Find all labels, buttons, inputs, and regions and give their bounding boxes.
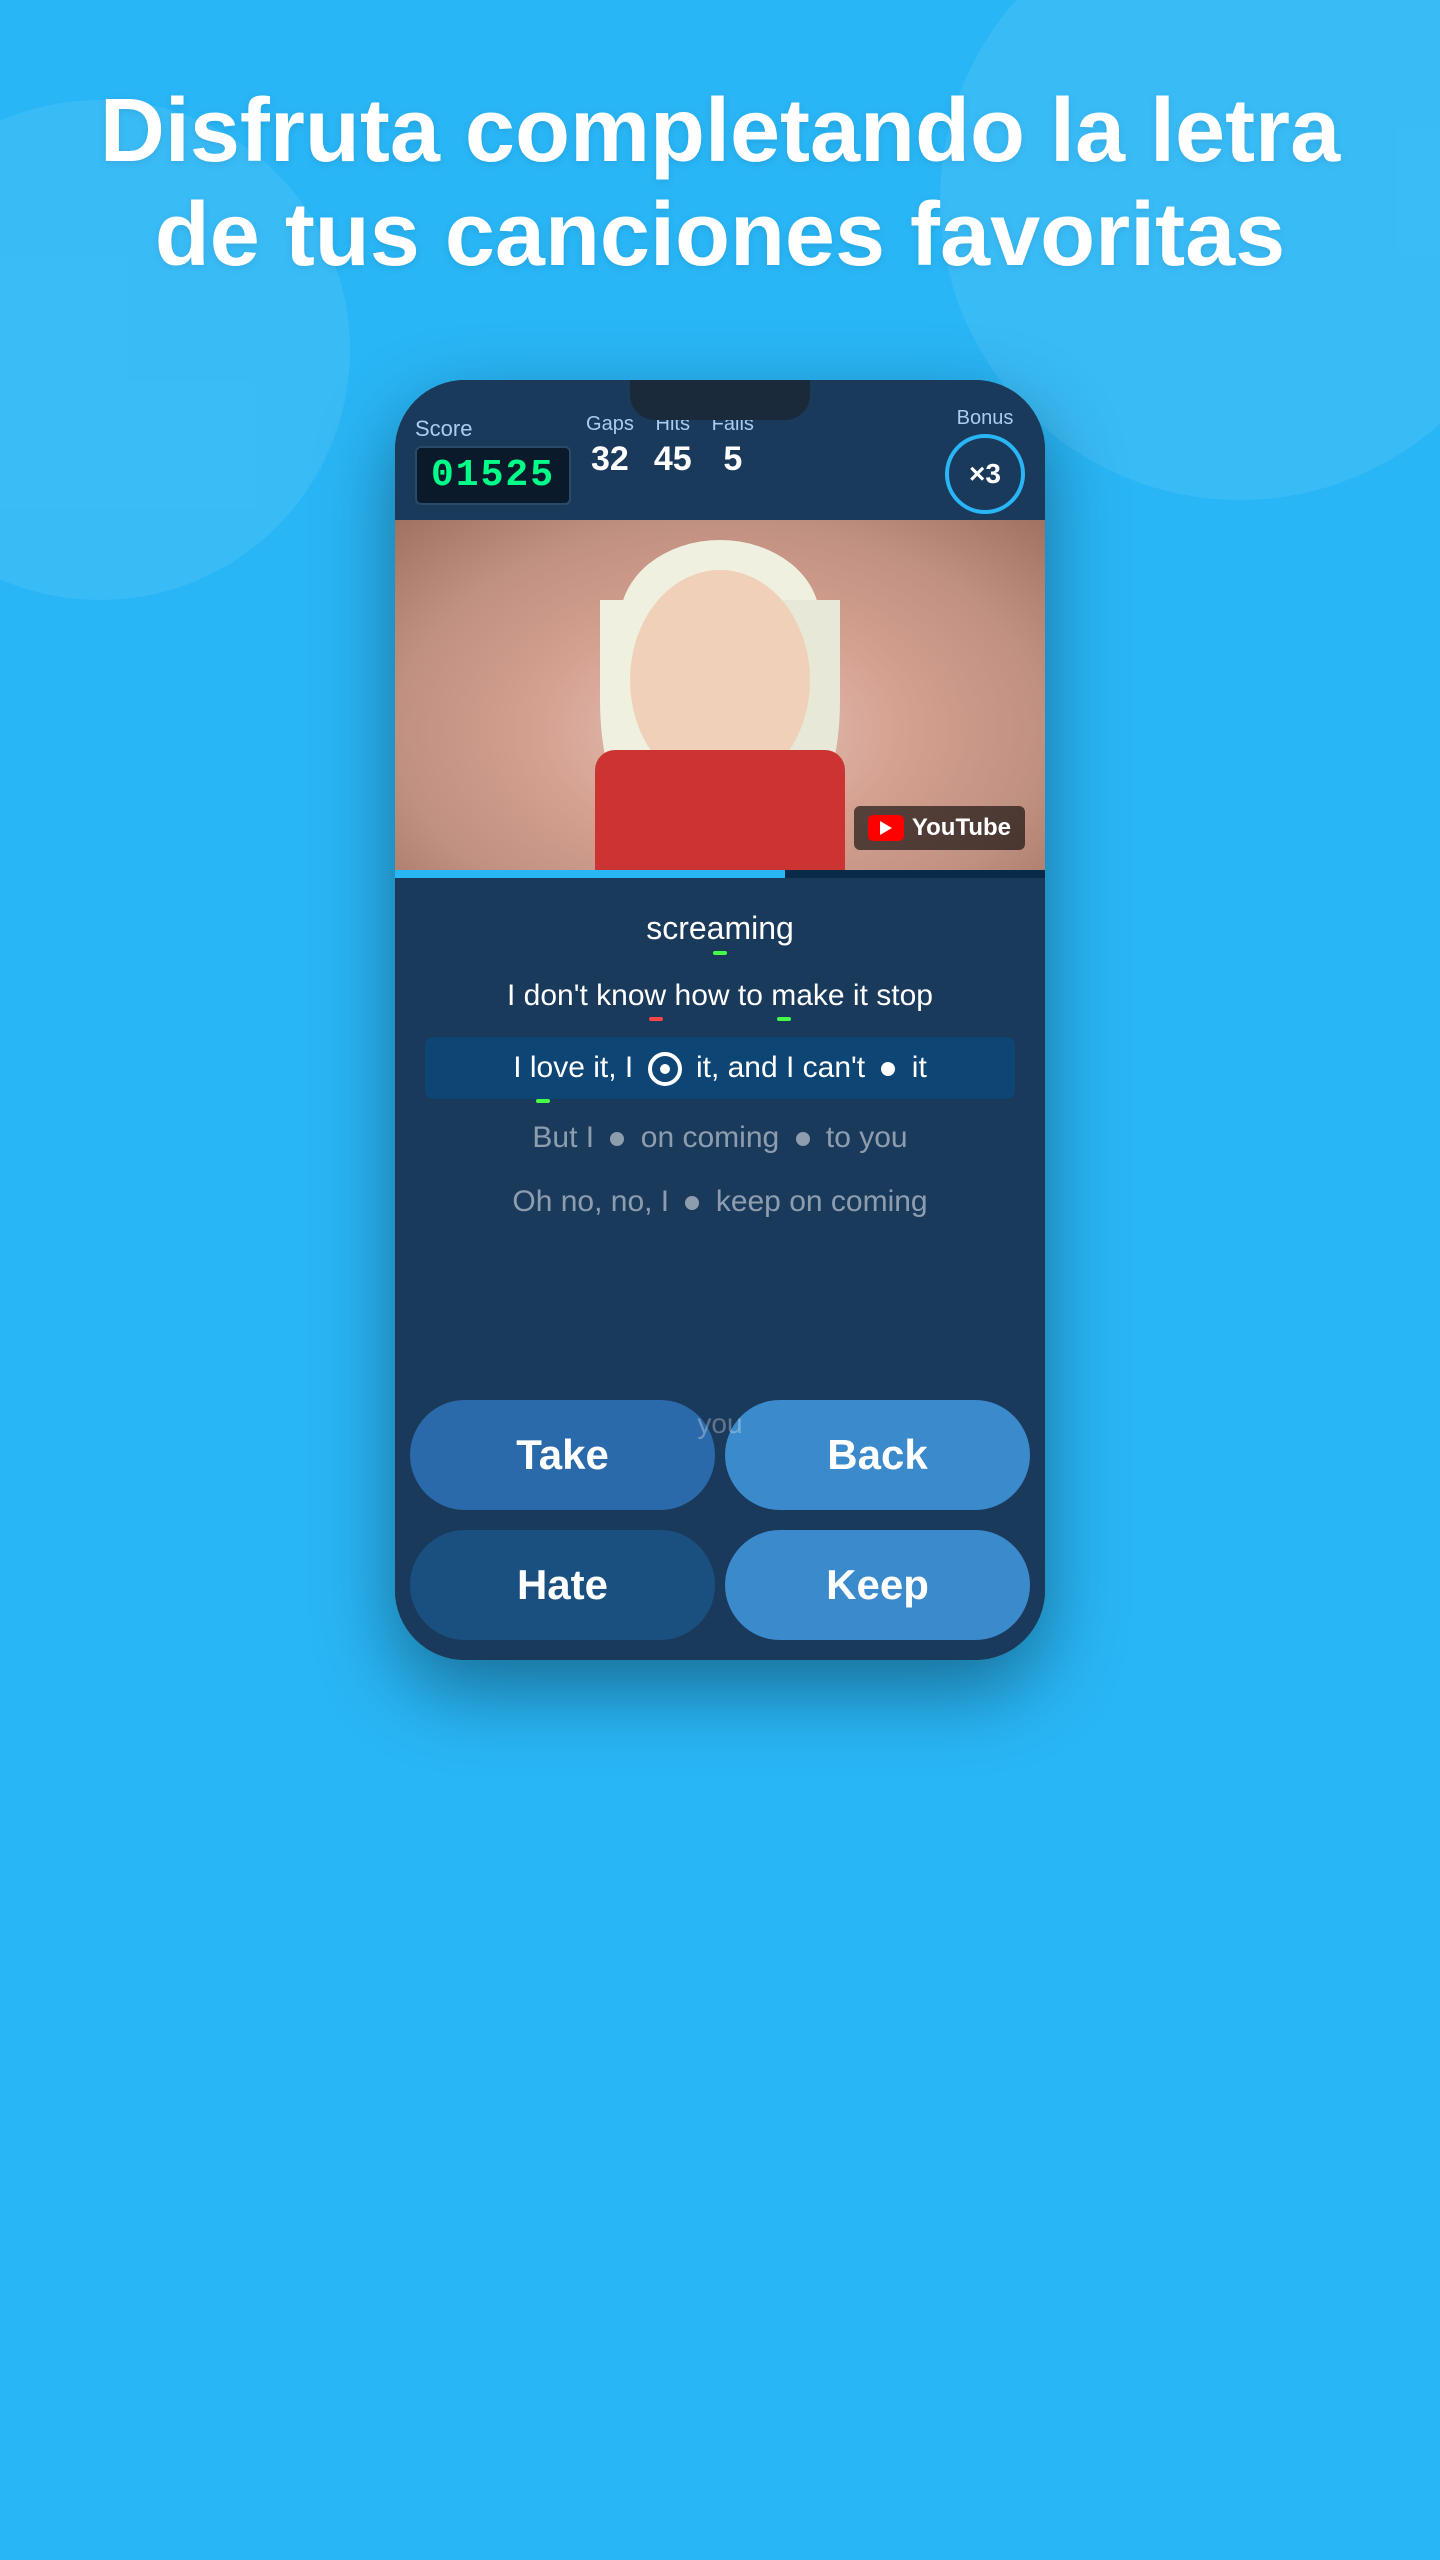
video-area[interactable]: YouTube bbox=[395, 520, 1045, 870]
lyric-dont-know: I don't know how to make it stop bbox=[507, 975, 933, 1017]
hits-col: Hits 45 bbox=[654, 413, 692, 479]
lyric-love-it: I love it, I it, and I can't it bbox=[425, 1037, 1015, 1099]
phone-notch bbox=[630, 380, 810, 420]
stats-header: Gaps 32 Hits 45 Fails 5 bbox=[586, 413, 754, 479]
lyric-underline-green-2 bbox=[536, 1099, 550, 1103]
score-value: 01525 bbox=[415, 446, 571, 505]
score-section: Score 01525 bbox=[415, 416, 571, 505]
fails-col: Fails 5 bbox=[712, 413, 754, 479]
spin-icon bbox=[648, 1052, 682, 1086]
video-progress-fill bbox=[395, 870, 785, 878]
bonus-value: ×3 bbox=[969, 458, 1001, 490]
bonus-circle: ×3 bbox=[945, 434, 1025, 514]
stats-section: Gaps 32 Hits 45 Fails 5 bbox=[586, 413, 754, 507]
gaps-value: 32 bbox=[591, 440, 629, 479]
lyric-but-i: But I on coming to you bbox=[532, 1117, 907, 1159]
lyrics-area: screaming I don't know how to make it st… bbox=[395, 878, 1045, 1380]
take-button[interactable]: Take bbox=[410, 1400, 715, 1510]
video-progress-bar bbox=[395, 870, 1045, 878]
lyric-dot-oh-no bbox=[685, 1196, 699, 1210]
jacket bbox=[595, 750, 845, 870]
phone-screen: Score 01525 Gaps 32 Hits 45 Fails 5 bbox=[395, 380, 1045, 1660]
hate-button[interactable]: Hate bbox=[410, 1530, 715, 1640]
bonus-label: Bonus bbox=[957, 407, 1014, 430]
lyric-dot-but-i bbox=[610, 1132, 624, 1146]
lyric-underline-red-1 bbox=[649, 1017, 663, 1021]
lyric-dot-1 bbox=[881, 1062, 895, 1076]
youtube-badge: YouTube bbox=[854, 806, 1025, 850]
lyric-underline-green-screaming bbox=[713, 951, 727, 955]
bonus-section: Bonus ×3 bbox=[945, 407, 1025, 514]
lyric-underline-green-1 bbox=[777, 1017, 791, 1021]
score-label: Score bbox=[415, 416, 571, 442]
hits-value: 45 bbox=[654, 440, 692, 479]
back-button[interactable]: Back bbox=[725, 1400, 1030, 1510]
phone-frame: Score 01525 Gaps 32 Hits 45 Fails 5 bbox=[395, 380, 1045, 1660]
keep-button[interactable]: Keep bbox=[725, 1530, 1030, 1640]
youtube-label: YouTube bbox=[912, 814, 1011, 842]
lyric-dot-but-i-2 bbox=[796, 1132, 810, 1146]
fails-value: 5 bbox=[723, 440, 742, 479]
gaps-label: Gaps bbox=[586, 413, 634, 436]
answer-buttons-top: Take Back bbox=[395, 1390, 1045, 1520]
lyric-oh-no: Oh no, no, I keep on coming bbox=[512, 1181, 927, 1223]
gaps-col: Gaps 32 bbox=[586, 413, 634, 479]
lyric-screaming: screaming bbox=[646, 906, 794, 951]
answer-buttons-bottom: Hate Keep bbox=[395, 1520, 1045, 1660]
youtube-icon bbox=[868, 815, 904, 841]
